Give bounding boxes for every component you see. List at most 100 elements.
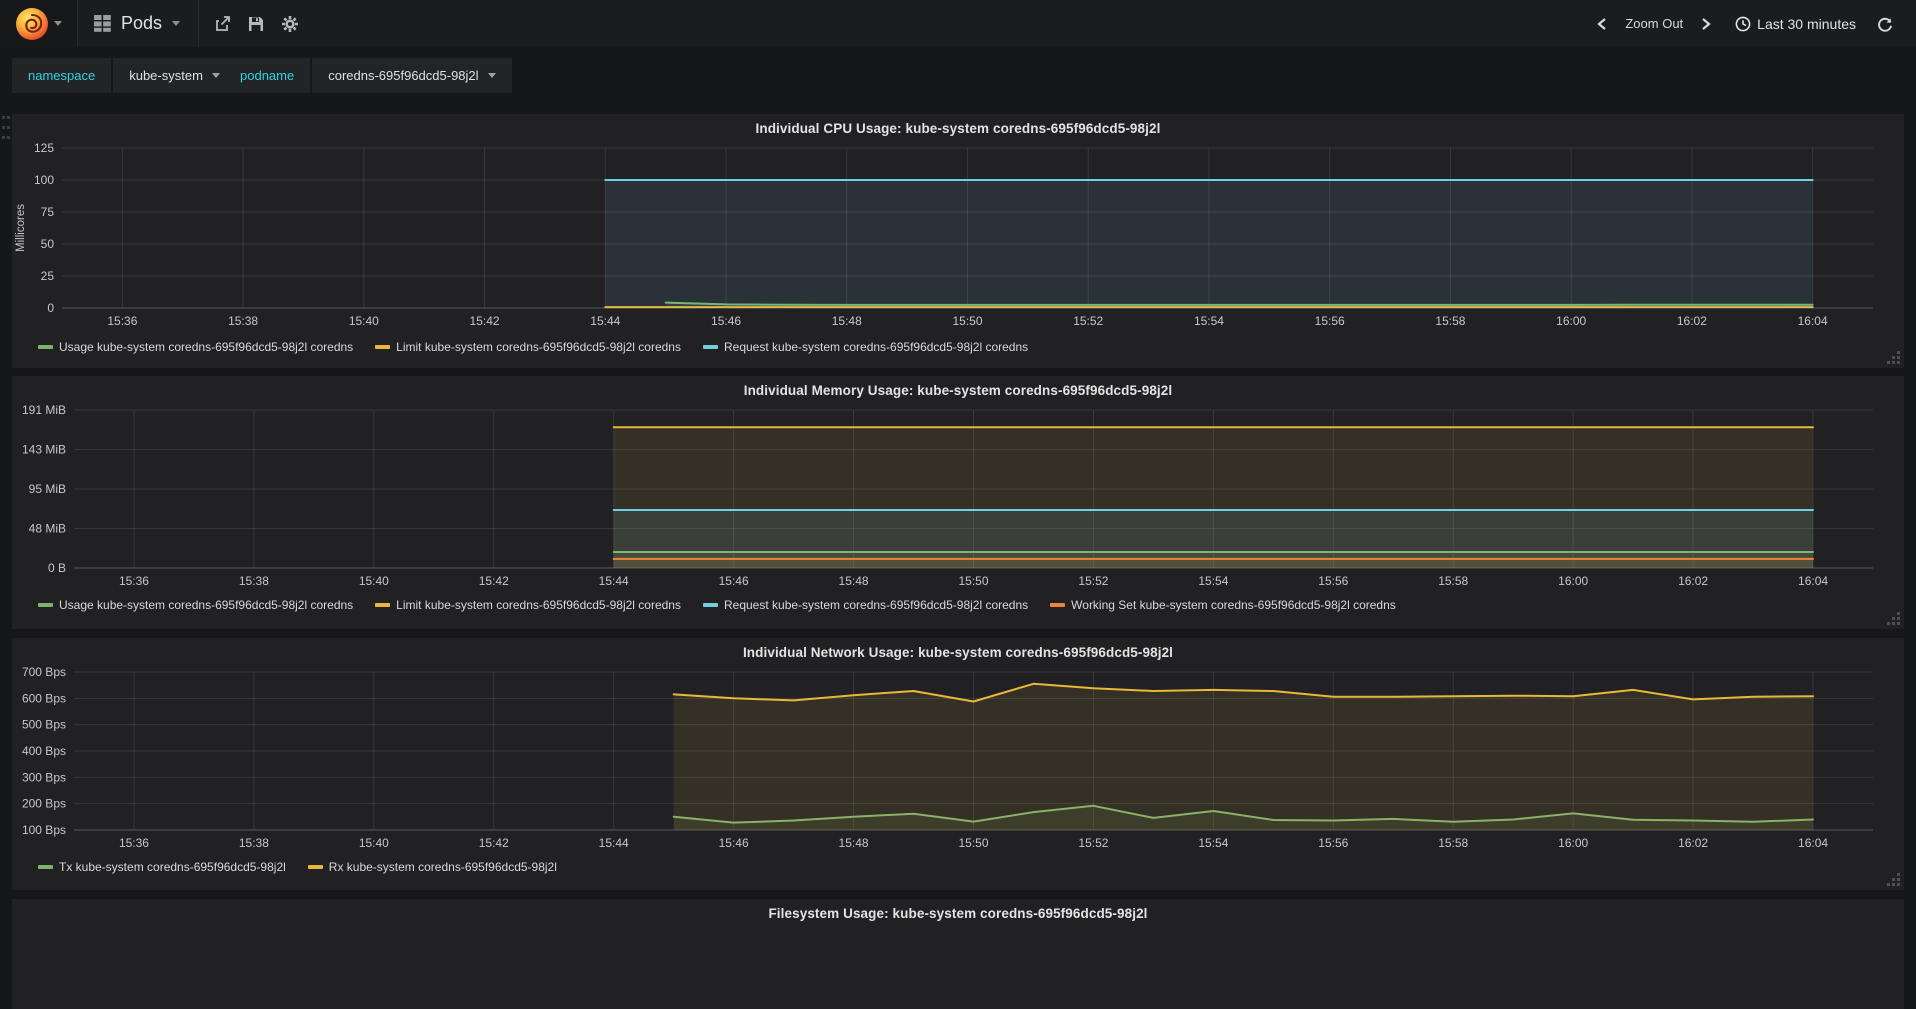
legend-item[interactable]: Usage kube-system coredns-695f96dcd5-98j… [38, 340, 353, 354]
graph-canvas[interactable]: 0 25 50 75 100 125 15:36 15:38 15:40 15:42 15:44 15… [12, 114, 1904, 368]
zoom-out-button[interactable]: Zoom Out [1621, 16, 1687, 31]
x-tick-label: 15:58 [1438, 836, 1468, 850]
variable-namespace-dropdown[interactable]: kube-system [113, 58, 236, 93]
x-tick-label: 15:54 [1198, 574, 1228, 588]
clock-icon [1735, 16, 1751, 31]
x-tick-label: 15:38 [239, 836, 269, 850]
legend-series-color [702, 603, 718, 607]
graph-legend: Usage kube-system coredns-695f96dcd5-98j… [38, 340, 1028, 354]
share-button[interactable] [205, 0, 239, 47]
x-tick-label: 15:44 [599, 574, 629, 588]
x-tick-label: 15:48 [839, 574, 869, 588]
x-tick-label: 15:36 [119, 574, 149, 588]
y-axis-label: Millicores [15, 204, 27, 252]
panel-memory-usage: Individual Memory Usage: kube-system cor… [12, 376, 1904, 629]
x-tick-label: 15:54 [1194, 314, 1224, 328]
variable-podname-label: podname [224, 58, 311, 93]
y-tick-label: 100 Bps [22, 823, 66, 837]
refresh-button[interactable] [1868, 0, 1902, 47]
x-tick-label: 15:40 [359, 836, 389, 850]
time-range-picker[interactable]: Last 30 minutes [1725, 16, 1866, 32]
legend-series-name: Limit kube-system coredns-695f96dcd5-98j… [396, 340, 681, 354]
legend-item[interactable]: Usage kube-system coredns-695f96dcd5-98j… [38, 598, 353, 612]
x-tick-label: 15:52 [1073, 314, 1103, 328]
dashboard-picker[interactable]: Pods [78, 0, 200, 47]
dashboard-title: Pods [121, 13, 163, 33]
y-tick-label: 191 MiB [22, 403, 66, 417]
x-tick-label: 15:50 [958, 574, 988, 588]
y-tick-label: 200 Bps [22, 797, 66, 811]
legend-series-name: Working Set kube-system coredns-695f96dc… [1071, 598, 1396, 612]
legend-item[interactable]: Limit kube-system coredns-695f96dcd5-98j… [375, 598, 681, 612]
x-tick-label: 15:44 [599, 836, 629, 850]
y-tick-label: 143 MiB [22, 442, 66, 456]
legend-series-name: Tx kube-system coredns-695f96dcd5-98j2l [59, 860, 286, 874]
y-tick-label: 0 [47, 301, 54, 315]
panel-drag-handle[interactable] [2, 116, 11, 144]
legend-series-color [38, 345, 53, 349]
caret-down-icon [211, 73, 220, 78]
y-tick-label: 125 [34, 141, 54, 155]
legend-item[interactable]: Tx kube-system coredns-695f96dcd5-98j2l [38, 860, 286, 874]
legend-series-color [375, 345, 391, 349]
panel-cpu-usage: Individual CPU Usage: kube-system coredn… [12, 114, 1904, 368]
x-tick-label: 15:52 [1078, 836, 1108, 850]
legend-item[interactable]: Request kube-system coredns-695f96dcd5-9… [702, 340, 1029, 354]
panel-title[interactable]: Filesystem Usage: kube-system coredns-69… [12, 899, 1904, 929]
legend-series-color [1050, 603, 1066, 607]
x-tick-label: 15:48 [839, 836, 869, 850]
y-tick-label: 700 Bps [22, 665, 66, 679]
grafana-logo-icon [15, 7, 48, 40]
graph-canvas[interactable]: 100 Bps 200 Bps 300 Bps 400 Bps 500 Bps 600 B… [12, 638, 1904, 890]
panel-resize-handle[interactable] [1887, 873, 1900, 886]
legend-series-name: Usage kube-system coredns-695f96dcd5-98j… [59, 598, 354, 612]
legend-item[interactable]: Working Set kube-system coredns-695f96dc… [1050, 598, 1396, 612]
y-tick-label: 95 MiB [29, 482, 66, 496]
legend-series-color [38, 865, 53, 869]
panel-resize-handle[interactable] [1887, 351, 1900, 364]
grafana-menu-button[interactable] [0, 0, 78, 47]
save-button[interactable] [239, 0, 273, 47]
y-tick-label: 75 [41, 205, 55, 219]
dashboard-grid-icon [94, 15, 111, 32]
y-tick-label: 25 [41, 269, 55, 283]
x-tick-label: 15:46 [719, 836, 749, 850]
y-tick-label: 100 [34, 173, 54, 187]
x-tick-label: 15:58 [1438, 574, 1468, 588]
legend-item[interactable]: Request kube-system coredns-695f96dcd5-9… [702, 598, 1029, 612]
y-tick-label: 50 [41, 237, 55, 251]
x-tick-label: 15:50 [952, 314, 982, 328]
time-back-button[interactable] [1585, 0, 1619, 47]
legend-series-color [702, 345, 718, 349]
save-icon [249, 16, 264, 31]
legend-series-name: Request kube-system coredns-695f96dcd5-9… [723, 340, 1029, 354]
legend-item[interactable]: Limit kube-system coredns-695f96dcd5-98j… [375, 340, 681, 354]
x-tick-label: 16:04 [1798, 836, 1828, 850]
settings-button[interactable] [273, 0, 307, 47]
legend-series-name: Request kube-system coredns-695f96dcd5-9… [723, 598, 1029, 612]
x-tick-label: 16:04 [1798, 574, 1828, 588]
variable-namespace-label: namespace [12, 58, 112, 93]
gear-icon [282, 15, 299, 32]
x-tick-label: 15:40 [359, 574, 389, 588]
legend-item[interactable]: Rx kube-system coredns-695f96dcd5-98j2l [307, 860, 557, 874]
time-forward-button[interactable] [1689, 0, 1723, 47]
x-tick-label: 16:02 [1678, 836, 1708, 850]
legend-series-color [307, 865, 323, 869]
x-tick-label: 15:46 [711, 314, 741, 328]
x-tick-label: 15:42 [470, 314, 500, 328]
y-tick-label: 600 Bps [22, 691, 66, 705]
refresh-icon [1878, 17, 1892, 32]
graph-canvas[interactable]: 0 B 48 MiB 95 MiB 143 MiB 191 MiB 15:36 15:38 1… [12, 376, 1904, 629]
x-tick-label: 16:00 [1556, 314, 1586, 328]
legend-series-name: Limit kube-system coredns-695f96dcd5-98j… [396, 598, 681, 612]
x-tick-label: 15:46 [719, 574, 749, 588]
panel-resize-handle[interactable] [1887, 612, 1900, 625]
y-tick-label: 0 B [48, 561, 66, 575]
panel-network-usage: Individual Network Usage: kube-system co… [12, 638, 1904, 890]
time-range-label: Last 30 minutes [1757, 15, 1856, 32]
variable-podname-dropdown[interactable]: coredns-695f96dcd5-98j2l [312, 58, 512, 93]
x-tick-label: 15:56 [1318, 574, 1348, 588]
chevron-left-icon [1597, 17, 1607, 30]
x-tick-label: 15:56 [1318, 836, 1348, 850]
